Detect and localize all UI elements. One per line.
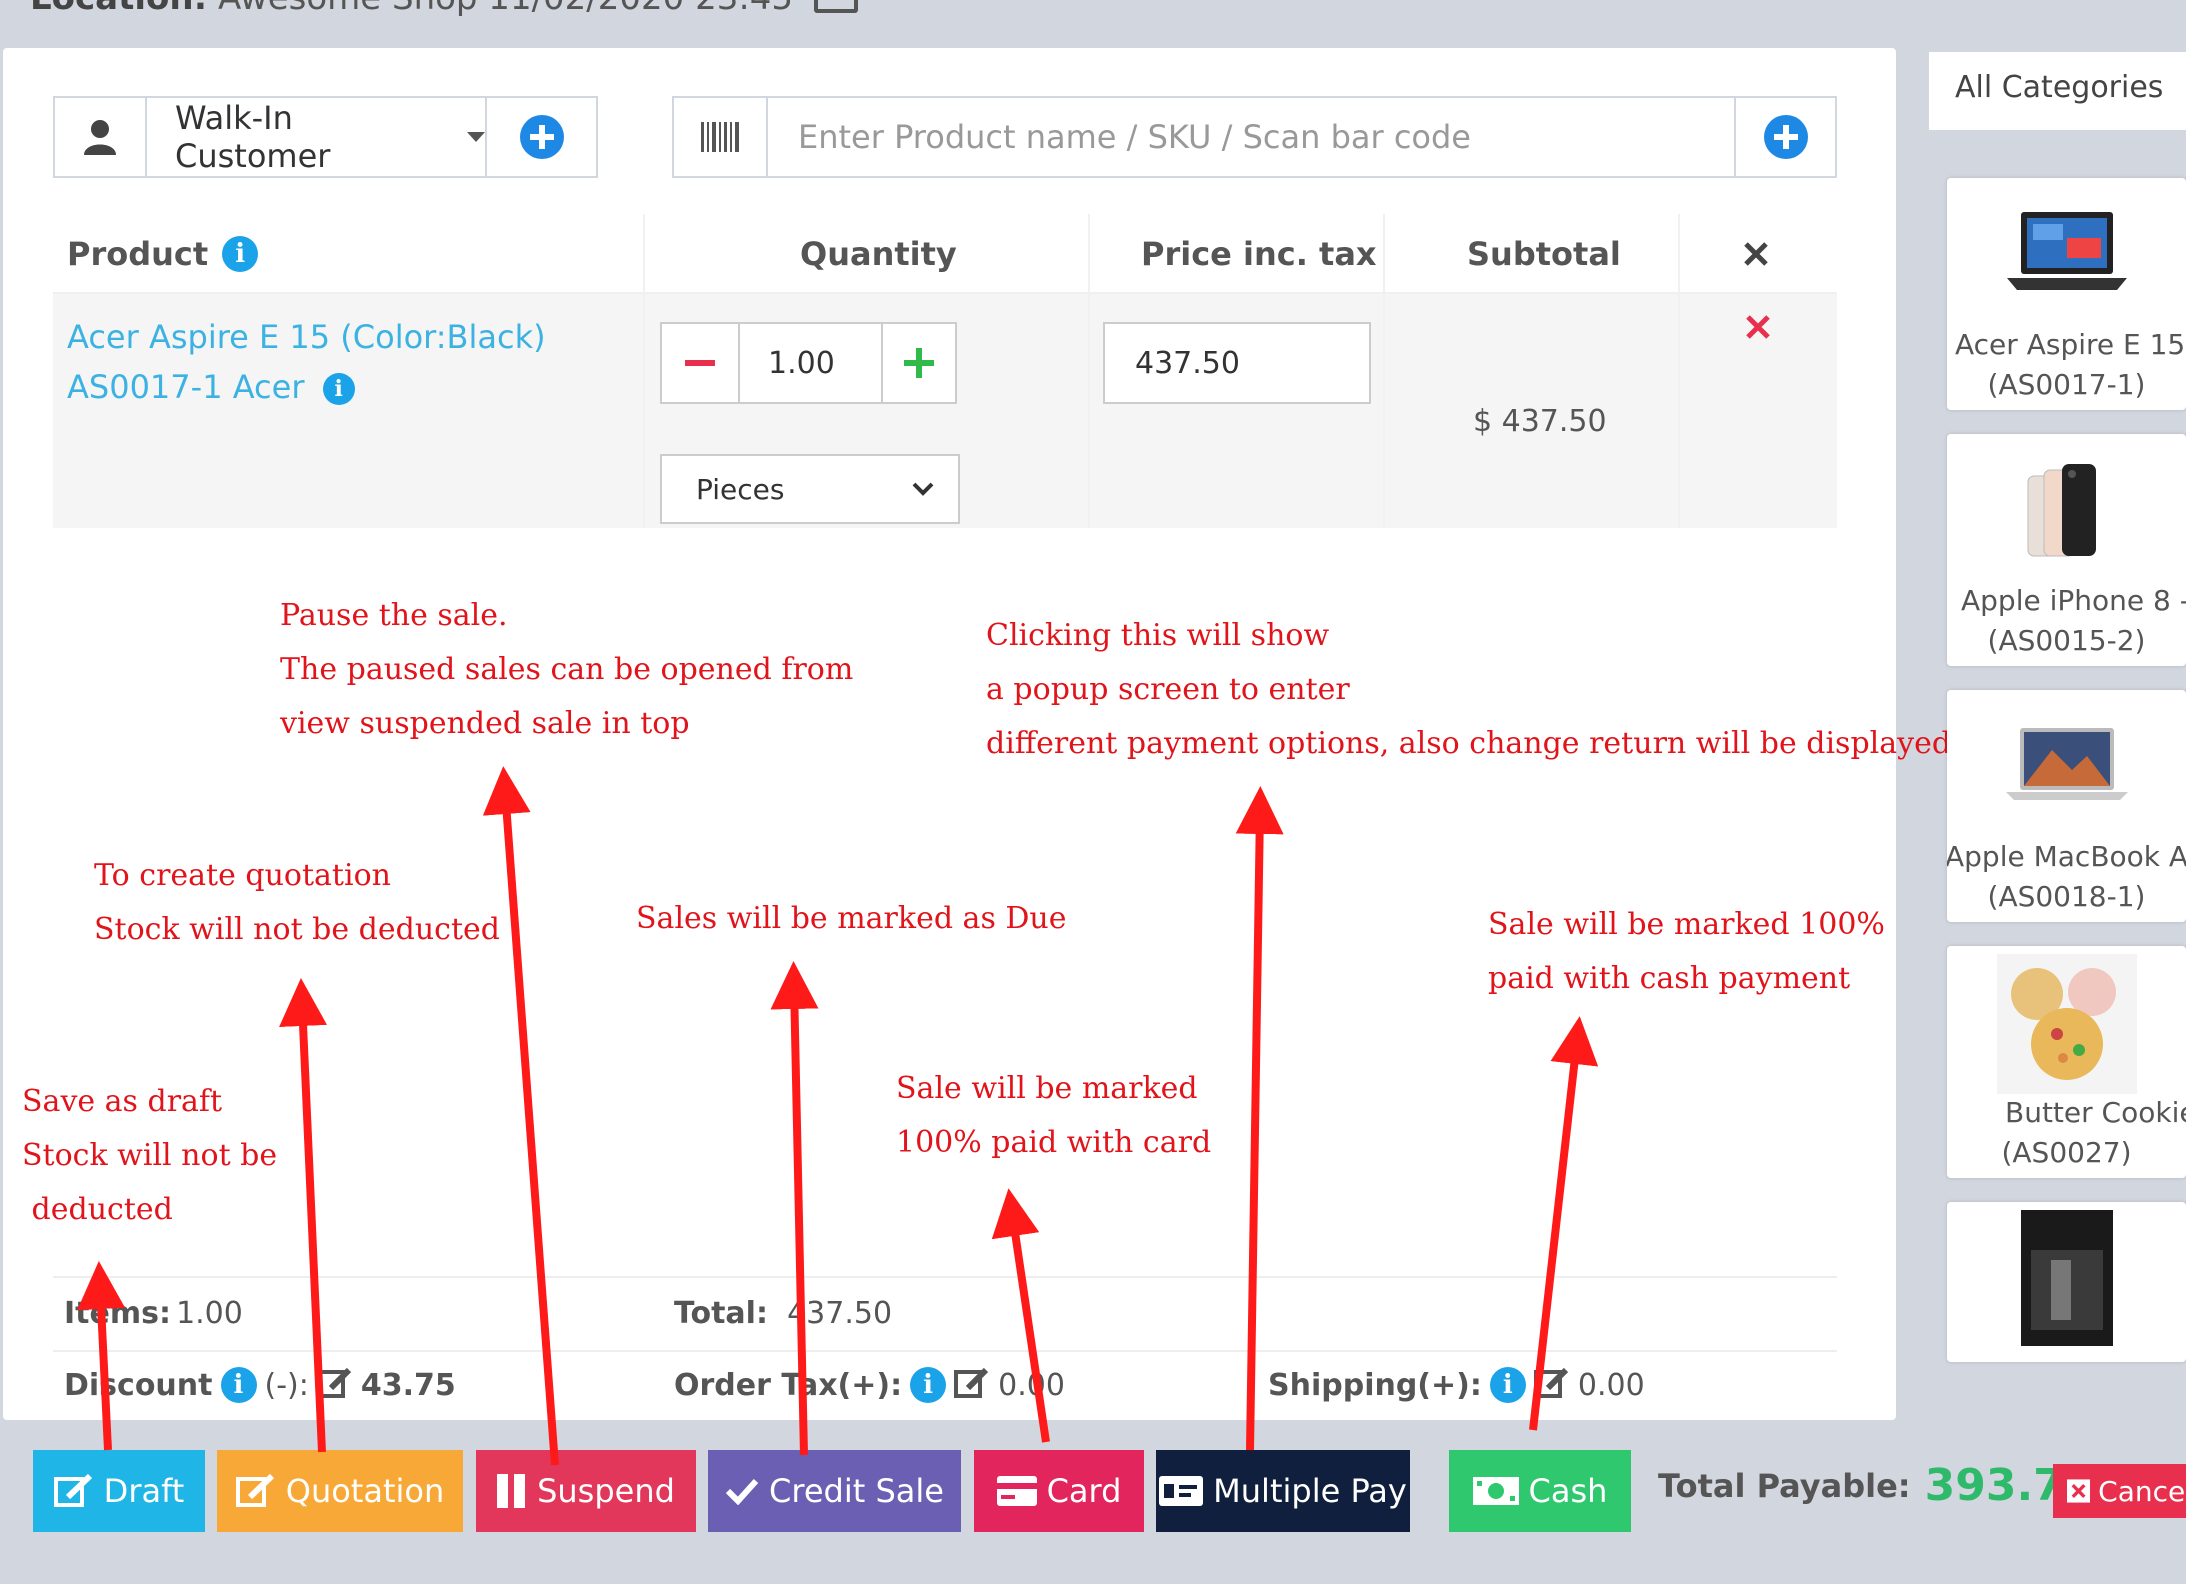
quantity-input[interactable]: 1.00 [740, 324, 881, 402]
product-card[interactable]: Apple MacBook Air (AS0018-1) [1947, 690, 2186, 922]
divider [53, 1350, 1837, 1352]
col-quantity: Quantity [800, 235, 957, 273]
close-square-icon [2067, 1479, 2091, 1503]
product-name-link[interactable]: Acer Aspire E 15 (Color:Black) [67, 312, 546, 362]
col-divider [1678, 214, 1680, 528]
annotation-cash: Sale will be marked 100% paid with cash p… [1488, 907, 1885, 996]
product-sku: AS0017-1 Acer i [67, 362, 546, 412]
user-icon [55, 98, 147, 176]
plus-circle-icon [519, 115, 564, 159]
quotation-button[interactable]: Quotation [217, 1450, 463, 1532]
book-image [2020, 1210, 2113, 1346]
total-amount: Total: 437.50 [674, 1296, 893, 1331]
cookies-image [1996, 954, 2137, 1094]
macbook-image [2005, 728, 2128, 800]
order-tax-info: Order Tax(+): i 0.00 [674, 1366, 1065, 1404]
cash-button[interactable]: Cash [1449, 1450, 1631, 1532]
subtotal-value: $ 437.50 [1473, 404, 1607, 439]
product-search-group: Enter Product name / SKU / Scan bar code [672, 96, 1837, 178]
increase-quantity-button[interactable] [881, 324, 955, 402]
cancel-button[interactable]: Cancel [2053, 1464, 2186, 1518]
annotation-multiple-pay: Clicking this will show a popup screen to… [986, 618, 1952, 761]
add-product-button[interactable] [1734, 98, 1835, 176]
draft-button[interactable]: Draft [33, 1450, 205, 1532]
info-icon[interactable]: i [322, 373, 355, 405]
shipping-info: Shipping(+): i 0.00 [1268, 1366, 1645, 1404]
product-card[interactable]: Acer Aspire E 15 - B (AS0017-1) [1947, 178, 2186, 410]
remove-row-icon[interactable] [1745, 314, 1771, 344]
col-product: Product i [67, 214, 259, 294]
customer-input-group: Walk-In Customer [53, 96, 598, 178]
chevron-down-icon [912, 482, 934, 496]
multiple-pay-button[interactable]: Multiple Pay [1156, 1450, 1410, 1532]
edit-icon[interactable] [1533, 1366, 1570, 1404]
add-customer-button[interactable] [487, 98, 596, 176]
laptop-image [2006, 212, 2127, 290]
plus-circle-icon [1763, 115, 1808, 159]
product-card[interactable] [1947, 1202, 2186, 1362]
money-check-icon [1159, 1476, 1204, 1506]
col-price: Price inc. tax [1141, 235, 1377, 273]
discount-info: Discount i (-): 43.75 [64, 1366, 456, 1404]
col-divider [1383, 214, 1385, 528]
total-payable: Total Payable: 393.75 [1658, 1460, 2095, 1511]
location-header: Location: Awesome Shop 11/02/2020 23:45 [30, 0, 858, 18]
annotation-suspend: Pause the sale. The paused sales can be o… [280, 598, 854, 741]
info-icon[interactable]: i [910, 1367, 947, 1403]
table-header: Product i Quantity Price inc. tax Subtot… [53, 214, 1837, 294]
check-icon [725, 1478, 759, 1505]
edit-icon [235, 1473, 274, 1507]
items-count: Items: 1.00 [64, 1296, 243, 1331]
product-cell: Acer Aspire E 15 (Color:Black) AS0017-1 … [67, 312, 546, 412]
product-card[interactable]: Butter Cookies (AS0027) [1947, 946, 2186, 1178]
pause-icon [497, 1474, 526, 1508]
edit-icon [53, 1473, 92, 1507]
divider [53, 1276, 1837, 1278]
info-icon[interactable]: i [220, 1367, 257, 1403]
col-divider [643, 214, 645, 528]
annotation-quotation: To create quotation Stock will not be ded… [94, 858, 500, 947]
phone-image [2027, 464, 2096, 557]
pos-product-table: Product i Quantity Price inc. tax Subtot… [53, 214, 1837, 528]
annotation-draft: Save as draft Stock will not be deducted [22, 1084, 278, 1227]
info-icon[interactable]: i [1489, 1367, 1526, 1403]
money-bill-icon [1472, 1477, 1519, 1505]
credit-sale-button[interactable]: Credit Sale [708, 1450, 961, 1532]
barcode-icon [674, 98, 768, 176]
caret-down-icon [467, 132, 485, 142]
suspend-button[interactable]: Suspend [476, 1450, 696, 1532]
col-divider [1088, 214, 1090, 528]
customer-select[interactable]: Walk-In Customer [147, 98, 487, 176]
edit-icon[interactable] [316, 1366, 353, 1404]
table-row: Acer Aspire E 15 (Color:Black) AS0017-1 … [53, 294, 1837, 528]
product-search-input[interactable]: Enter Product name / SKU / Scan bar code [768, 98, 1734, 176]
keyboard-icon[interactable] [813, 0, 858, 13]
product-card[interactable]: Apple iPhone 8 - G (AS0015-2) [1947, 434, 2186, 666]
annotation-credit-sale: Sales will be marked as Due [636, 901, 1067, 936]
annotation-card: Sale will be marked 100% paid with card [896, 1071, 1212, 1160]
category-selector[interactable]: All Categories [1929, 52, 2186, 130]
credit-card-icon [996, 1476, 1037, 1506]
decrease-quantity-button[interactable] [662, 324, 740, 402]
price-input[interactable]: 437.50 [1103, 322, 1371, 404]
unit-select[interactable]: Pieces [660, 454, 960, 524]
edit-icon[interactable] [954, 1366, 990, 1404]
close-icon [1743, 214, 1769, 294]
quantity-stepper: 1.00 [660, 322, 957, 404]
card-button[interactable]: Card [974, 1450, 1144, 1532]
info-icon[interactable]: i [222, 236, 259, 272]
col-subtotal: Subtotal [1467, 235, 1621, 273]
